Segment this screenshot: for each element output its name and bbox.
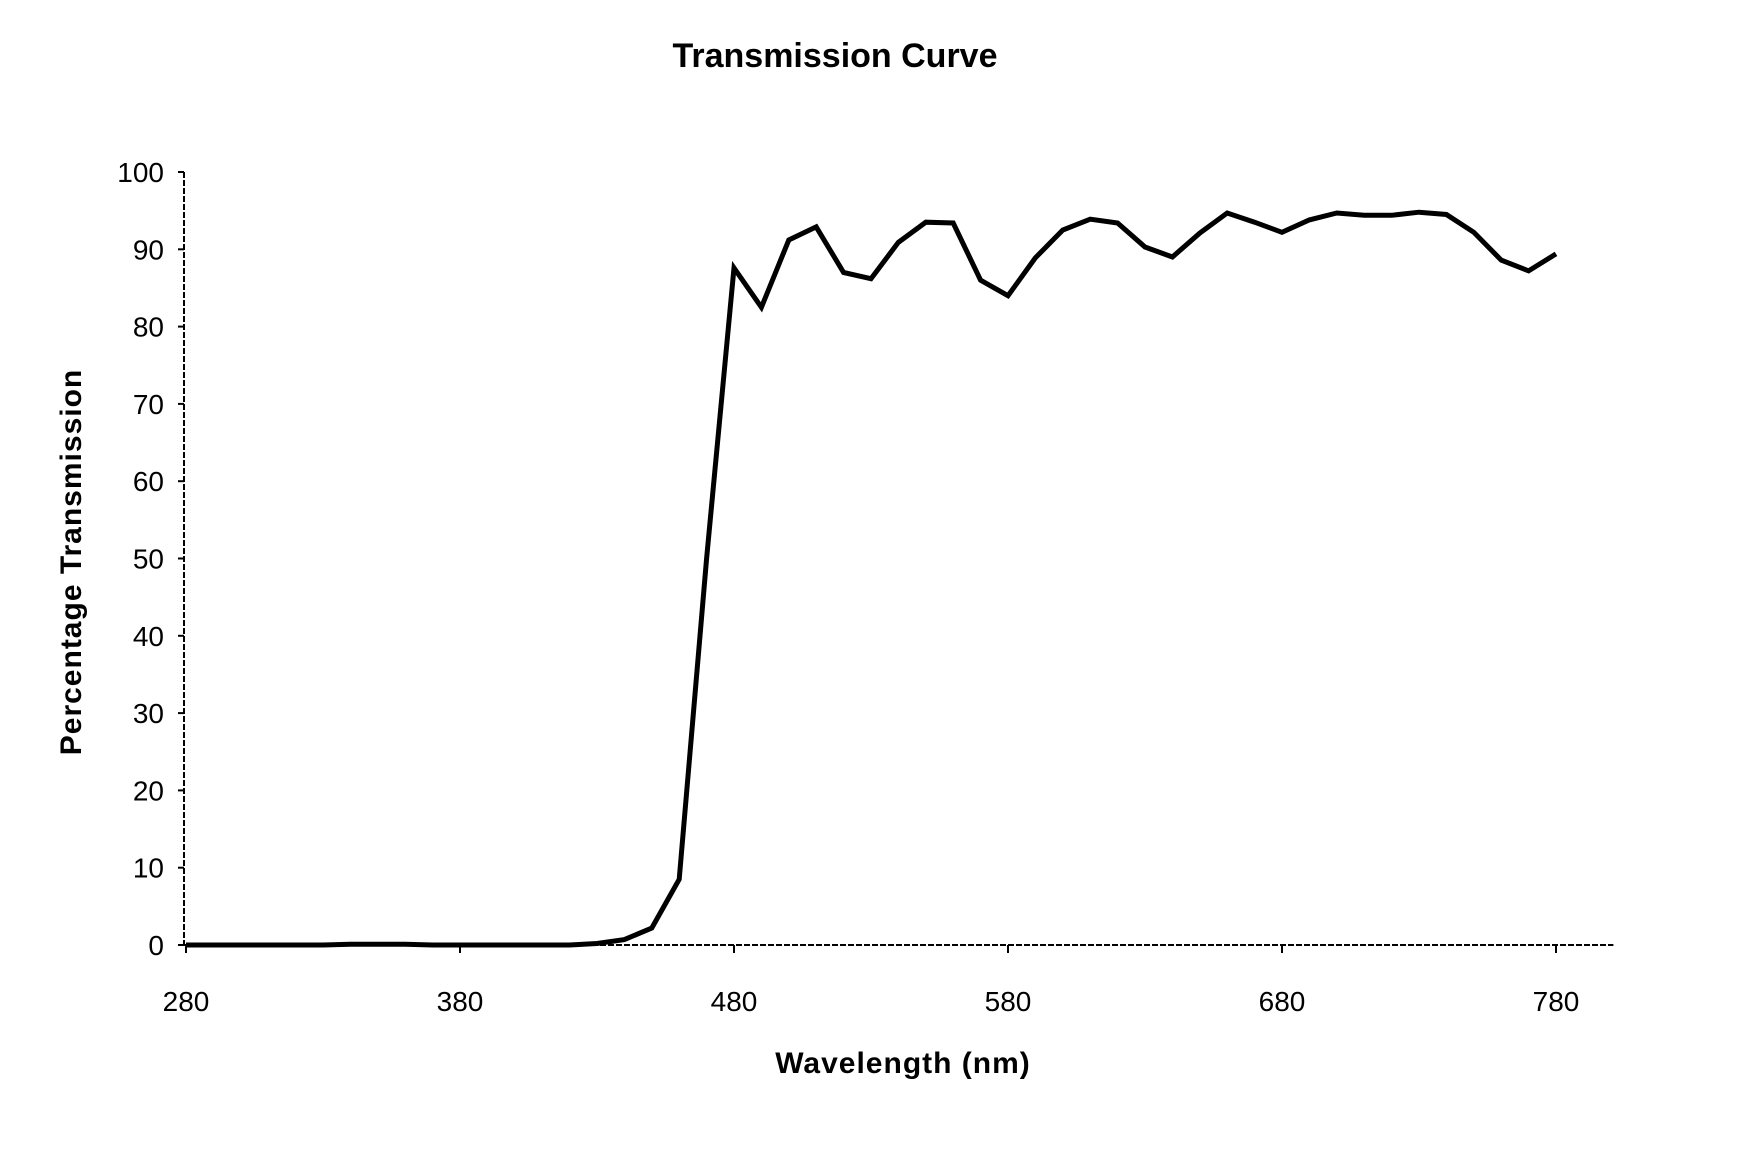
y-tick-label: 30 (133, 698, 164, 729)
y-tick-label: 50 (133, 544, 164, 575)
y-axis-label: Percentage Transmission (55, 369, 88, 756)
series-group (186, 209, 1558, 948)
ticks: 0 10 20 30 40 50 60 70 80 90 100 280 380 480 580 680 780 (117, 157, 1579, 1017)
x-tick-label: 480 (711, 986, 758, 1017)
chart-title: Transmission Curve (672, 37, 997, 75)
y-tick-label: 40 (133, 621, 164, 652)
y-tick-label: 70 (133, 389, 164, 420)
x-tick-label: 380 (437, 986, 484, 1017)
series-line-transmission (186, 209, 1558, 948)
y-tick-label: 10 (133, 853, 164, 884)
x-axis-label: Wavelength (nm) (775, 1047, 1031, 1080)
x-tick-label: 680 (1259, 986, 1306, 1017)
transmission-chart: Transmission Curve Wavelength (nm) Perce… (55, 37, 1614, 1080)
y-tick-label: 0 (148, 930, 164, 961)
y-tick-label: 100 (117, 157, 164, 188)
y-tick-label: 80 (133, 312, 164, 343)
y-tick-label: 60 (133, 466, 164, 497)
x-tick-label: 580 (985, 986, 1032, 1017)
y-tick-label: 90 (133, 234, 164, 265)
axes (183, 172, 1614, 946)
x-tick-label: 280 (163, 986, 210, 1017)
y-tick-label: 20 (133, 775, 164, 806)
x-tick-label: 780 (1533, 986, 1580, 1017)
